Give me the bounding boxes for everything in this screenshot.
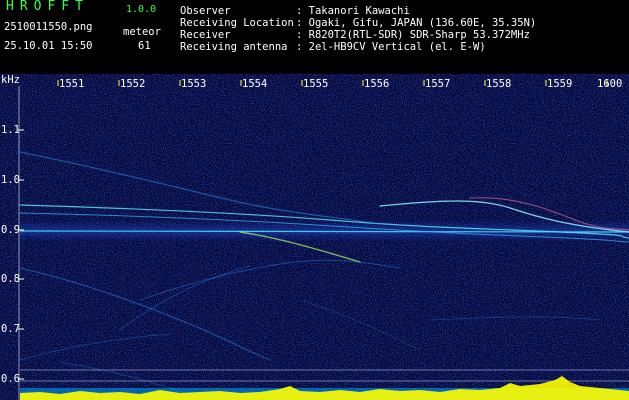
antenna-label: Receiving antenna <box>180 41 288 53</box>
antenna-value: : 2el-HB9CV Vertical (el. E-W) <box>296 41 486 53</box>
y-tick-label: 0.7 <box>1 323 20 335</box>
time-tick-label: 1557 <box>425 78 451 90</box>
file-name: 2510011550.png <box>4 21 93 33</box>
y-tick-label: 0.6 <box>1 373 20 385</box>
y-axis-unit: kHz <box>1 74 20 86</box>
time-tick-label: 1553 <box>181 78 207 90</box>
receiver-value: : R820T2(RTL-SDR) SDR-Sharp 53.372MHz <box>296 29 530 41</box>
location-label: Receiving Location <box>180 17 294 29</box>
app-logo: HROFFT <box>6 0 89 14</box>
meteor-label: meteor <box>123 26 161 38</box>
y-tick-label: 1.1 <box>1 124 20 136</box>
observer-value: : Takanori Kawachi <box>296 5 410 17</box>
time-tick-label: 1600 <box>597 78 623 90</box>
y-tick-label: 0.9 <box>1 224 20 236</box>
time-tick-label: 1556 <box>364 78 390 90</box>
time-tick-label: 1559 <box>547 78 573 90</box>
app-version: 1.0.0 <box>126 4 157 15</box>
y-tick-label: 1.0 <box>1 174 20 186</box>
observer-label: Observer <box>180 5 231 17</box>
time-tick-label: 1554 <box>242 78 268 90</box>
receiver-label: Receiver <box>180 29 231 41</box>
time-tick-label: 1552 <box>120 78 146 90</box>
date-time: 25.10.01 15:50 <box>4 40 93 52</box>
meteor-count: 61 <box>138 40 151 52</box>
time-tick-label: 1558 <box>486 78 512 90</box>
location-value: : Ogaki, Gifu, JAPAN (136.60E, 35.35N) <box>296 17 537 29</box>
spectrogram <box>0 74 629 400</box>
header-panel: HROFFT 1.0.0 2510011550.png meteor 25.10… <box>0 0 629 74</box>
time-tick-label: 1555 <box>303 78 329 90</box>
time-tick-label: 1551 <box>59 78 85 90</box>
y-tick-label: 0.8 <box>1 273 20 285</box>
